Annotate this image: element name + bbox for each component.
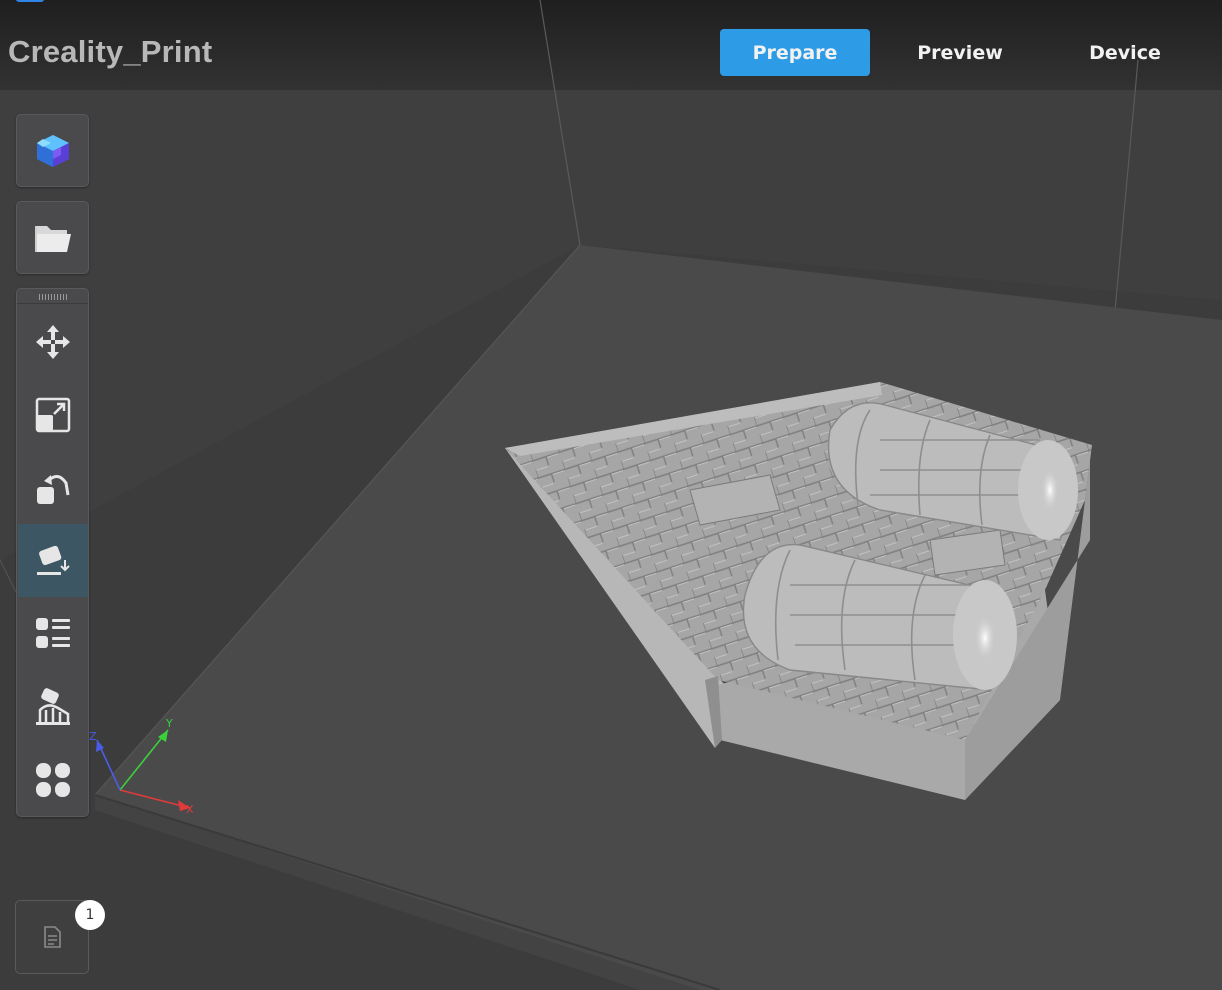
object-list-icon xyxy=(36,617,70,648)
toolbar-drag-handle[interactable] xyxy=(39,294,69,300)
move-tool-button[interactable] xyxy=(18,305,88,378)
object-list-tool-button[interactable] xyxy=(18,597,88,670)
support-tool-button[interactable] xyxy=(18,670,88,743)
axis-x-label: X xyxy=(186,803,194,816)
rotate-tool-button[interactable] xyxy=(18,451,88,524)
open-file-button[interactable] xyxy=(16,201,89,274)
toolbar-divider xyxy=(17,303,88,304)
message-count-badge: 1 xyxy=(75,900,105,930)
axis-z-label: Z xyxy=(89,730,97,743)
app-logo-icon xyxy=(16,0,44,2)
model-library-icon xyxy=(36,134,69,167)
model-library-button[interactable] xyxy=(16,114,89,187)
move-icon xyxy=(36,324,70,359)
scale-tool-button[interactable] xyxy=(18,378,88,451)
axis-y-label: Y xyxy=(165,717,173,730)
arrange-tool-button[interactable] xyxy=(18,743,88,816)
tab-preview[interactable]: Preview xyxy=(885,29,1035,76)
arrange-icon xyxy=(36,762,70,797)
app-title: Creality_Print xyxy=(8,34,213,69)
scale-icon xyxy=(35,397,71,432)
document-icon xyxy=(44,926,61,948)
lay-flat-tool-button[interactable] xyxy=(18,524,88,597)
support-icon xyxy=(36,687,70,725)
lay-flat-icon xyxy=(37,545,70,575)
edit-toolbar xyxy=(16,288,89,817)
rotate-icon xyxy=(37,474,70,504)
tab-device[interactable]: Device xyxy=(1050,29,1200,76)
open-folder-icon xyxy=(34,225,71,252)
viewport-3d[interactable]: X Y Z xyxy=(0,0,1222,990)
tab-prepare[interactable]: Prepare xyxy=(720,29,870,76)
